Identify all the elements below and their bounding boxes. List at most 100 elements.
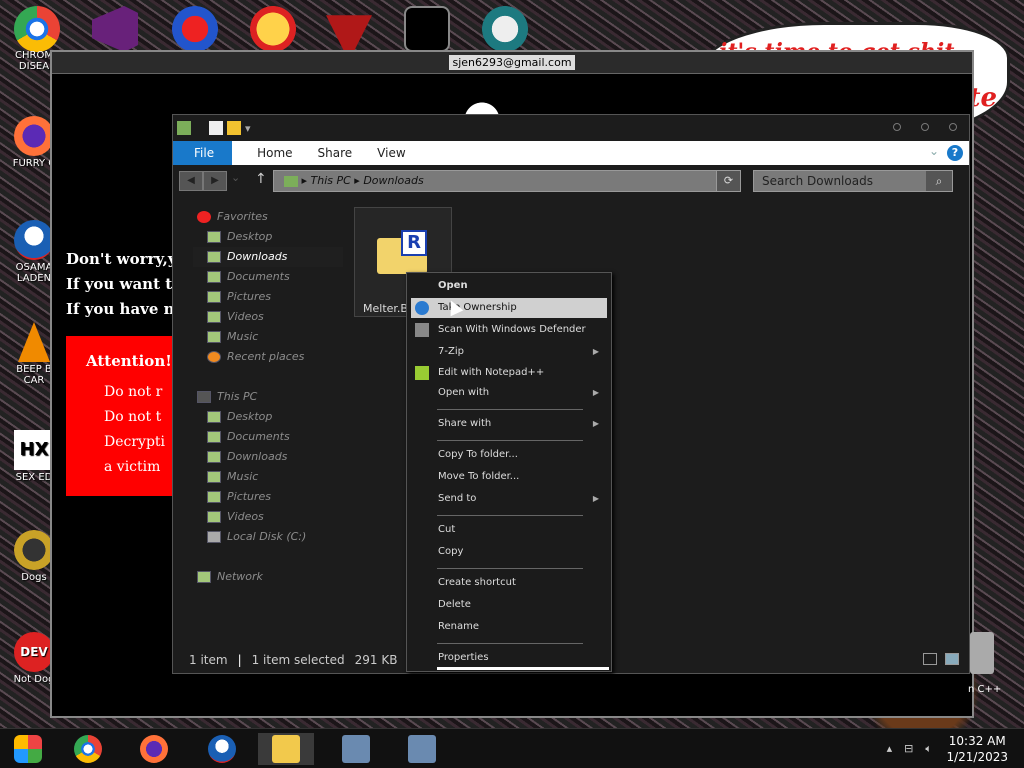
nav-pc-music[interactable]: Music [193, 467, 343, 487]
desktop-icon-label: BEEP B CAR [16, 364, 52, 386]
tab-home[interactable]: Home [257, 146, 292, 160]
menu-item-scan-defender[interactable]: Scan With Windows Defender [411, 320, 607, 340]
volume-icon[interactable]: 🔈︎ [925, 742, 932, 756]
app-santa-icon[interactable] [482, 6, 528, 52]
nav-item-videos[interactable]: Videos [193, 307, 343, 327]
minimize-button[interactable] [893, 123, 901, 131]
taskbar-app-1[interactable] [328, 733, 384, 765]
chevron-down-icon[interactable]: ▾ [245, 122, 251, 135]
new-folder-icon[interactable] [227, 121, 241, 135]
nav-pc-localdisk[interactable]: Local Disk (C:) [193, 527, 343, 547]
nav-item-recent[interactable]: Recent places [193, 347, 343, 367]
cmd-icon[interactable] [404, 6, 450, 52]
nav-pc-pictures[interactable]: Pictures [193, 487, 343, 507]
nav-label: Music [227, 330, 259, 343]
properties-icon[interactable] [209, 121, 223, 135]
menu-item-take-ownership[interactable]: Take Ownership [411, 298, 607, 318]
large-icons-view-icon[interactable] [945, 653, 959, 665]
tab-share[interactable]: Share [318, 146, 353, 160]
menu-item-delete[interactable]: Delete [411, 595, 607, 615]
address-field[interactable]: ▸ This PC ▸ Downloads ⟳ [273, 170, 741, 192]
nav-label: Local Disk (C:) [227, 530, 307, 543]
installer-icon [408, 735, 436, 763]
recent-places-icon [207, 351, 221, 363]
menu-item-copy[interactable]: Copy [411, 542, 607, 562]
app-2-icon[interactable] [172, 6, 218, 52]
menu-item-create-shortcut[interactable]: Create shortcut [411, 573, 607, 593]
visual-studio-icon[interactable] [92, 6, 138, 52]
tab-file[interactable]: File [173, 141, 233, 165]
recycle-bin-icon[interactable] [970, 632, 994, 674]
nav-item-pictures[interactable]: Pictures [193, 287, 343, 307]
ribbon-expand-icon[interactable]: ⌄ [929, 144, 939, 158]
back-button[interactable]: ◀ [179, 171, 203, 191]
taskbar-firefox[interactable] [126, 733, 182, 765]
menu-item-copy-to-folder[interactable]: Copy To folder... [411, 445, 607, 465]
desktop-icon-label: n C++ [968, 684, 1002, 695]
menu-item-notepadpp[interactable]: Edit with Notepad++ [411, 363, 607, 383]
taskbar-app-2[interactable] [394, 733, 450, 765]
navigation-pane: Favorites Desktop Downloads Documents Pi… [193, 207, 343, 587]
chevron-up-icon[interactable]: ▴ [887, 742, 893, 756]
nav-pc-desktop[interactable]: Desktop [193, 407, 343, 427]
nav-label: Downloads [227, 450, 288, 463]
nav-thispc[interactable]: This PC [193, 387, 343, 407]
details-view-icon[interactable] [923, 653, 937, 665]
forward-button[interactable]: ▶ [203, 171, 227, 191]
breadcrumb-downloads[interactable]: Downloads [363, 174, 423, 187]
recent-chevron-icon[interactable]: ⌄ [231, 171, 240, 184]
nav-label: This PC [217, 390, 258, 403]
refresh-icon[interactable]: ⟳ [716, 171, 740, 191]
menu-item-cut[interactable]: Cut [411, 520, 607, 540]
breadcrumb-thispc[interactable]: This PC [311, 174, 351, 187]
menu-item-open-with[interactable]: Open with ▶ [411, 383, 607, 403]
computer-icon [197, 391, 211, 403]
nav-pc-videos[interactable]: Videos [193, 507, 343, 527]
app-p-icon[interactable] [250, 6, 296, 52]
pictures-icon [207, 291, 221, 303]
network-icon[interactable]: ⊟ [904, 742, 913, 756]
menu-item-7zip[interactable]: 7-Zip ▶ [411, 342, 607, 362]
gear-icon [415, 301, 429, 315]
menu-item-share-with[interactable]: Share with ▶ [411, 414, 607, 434]
menu-item-send-to[interactable]: Send to ▶ [411, 489, 607, 509]
vlc-cone-icon [18, 322, 50, 362]
menu-item-open[interactable]: Open [411, 276, 607, 296]
menu-item-move-to-folder[interactable]: Move To folder... [411, 467, 607, 487]
up-arrow-icon[interactable]: ↑ [255, 171, 267, 187]
app-red-icon[interactable] [326, 15, 372, 52]
menu-item-rename[interactable]: Rename [411, 617, 607, 637]
close-button[interactable] [949, 123, 957, 131]
videos-icon [207, 511, 221, 523]
drive-icon [207, 531, 221, 543]
taskbar-obama[interactable] [194, 733, 250, 765]
help-icon[interactable]: ? [947, 145, 963, 161]
nav-item-music[interactable]: Music [193, 327, 343, 347]
maximize-button[interactable] [921, 123, 929, 131]
downloads-icon [207, 251, 221, 263]
nav-item-documents[interactable]: Documents [193, 267, 343, 287]
nav-favorites[interactable]: Favorites [193, 207, 343, 227]
folder-green-icon[interactable] [177, 121, 191, 135]
nav-item-desktop[interactable]: Desktop [193, 227, 343, 247]
windows-orb-icon [14, 735, 42, 763]
menu-item-properties[interactable]: Properties [411, 648, 607, 668]
nav-item-downloads[interactable]: Downloads [193, 247, 343, 267]
nav-label: Downloads [227, 250, 288, 263]
tab-view[interactable]: View [377, 146, 405, 160]
status-bar: 1 item | 1 item selected 291 KB | [189, 653, 412, 667]
file-name: Melter.B [363, 302, 408, 315]
documents-icon [207, 271, 221, 283]
nav-label: Favorites [217, 210, 268, 223]
taskbar-chrome[interactable] [60, 733, 116, 765]
search-input[interactable]: Search Downloads ⌕ [753, 170, 953, 192]
nav-pc-downloads[interactable]: Downloads [193, 447, 343, 467]
taskbar-file-explorer[interactable] [258, 733, 314, 765]
clock[interactable]: 10:32 AM 1/21/2023 [946, 733, 1008, 765]
nav-network[interactable]: Network [193, 567, 343, 587]
start-button[interactable] [0, 733, 56, 765]
nav-pc-documents[interactable]: Documents [193, 427, 343, 447]
submenu-arrow-icon: ▶ [592, 494, 599, 503]
search-icon[interactable]: ⌕ [926, 171, 952, 191]
pictures-icon [207, 491, 221, 503]
